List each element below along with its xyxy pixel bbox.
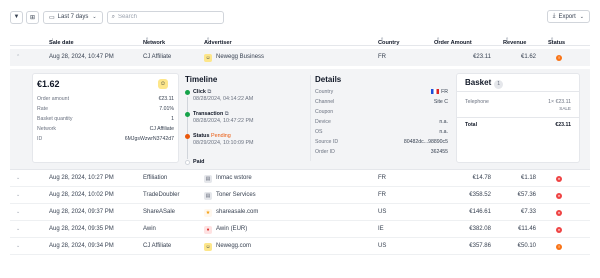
details-section: Details Country FR Channel Site C Coupon D…: [315, 75, 448, 155]
details-row: Country FR: [315, 89, 448, 95]
col-status[interactable]: Status ⇕: [548, 37, 565, 46]
network: CJ Affiliate: [143, 54, 172, 60]
chevron-down-icon[interactable]: ⌄: [16, 192, 20, 198]
status-rejected-icon: ×: [556, 227, 562, 233]
details-row: OS n.a.: [315, 129, 448, 135]
row-detail-panel: €1.62 ☺ Order amount €23.11 Rate 7.01% Bas…: [10, 69, 590, 170]
details-row: Order ID 362455: [315, 149, 448, 155]
details-title: Details: [315, 75, 342, 84]
chevron-down-icon: ⌄: [92, 14, 97, 20]
search-icon: ⌕: [111, 13, 115, 20]
flag-fr-icon: [431, 89, 440, 94]
filter-button[interactable]: ▼: [10, 10, 23, 24]
sale-date: Aug 28, 2024, 10:47 PM: [49, 54, 114, 60]
basket-title: Basket 1: [465, 78, 504, 89]
details-row: Coupon: [315, 109, 334, 115]
table-row[interactable]: ⌄ Aug 28, 2024, 09:35 PM Awin ♦ Awin (EUR…: [10, 221, 590, 238]
divider: [310, 75, 311, 161]
table-body: ⌄ Aug 28, 2024, 10:27 PM Effiliation ▤ In…: [10, 170, 590, 255]
details-row: Source ID 80482dc...98890c5: [315, 139, 448, 145]
search-input[interactable]: [117, 14, 218, 20]
country: FR: [378, 54, 386, 60]
advertiser-logo-icon: ♦: [204, 226, 212, 234]
basket-item: Telephone 1× €23.11: [465, 99, 571, 105]
advertiser-logo-icon: ☺: [204, 54, 212, 62]
export-label: Export: [558, 13, 576, 20]
advertiser-logo-icon: ★: [204, 209, 212, 217]
timeline-dot-icon: [185, 112, 190, 117]
advertiser-logo-icon: ▤: [204, 175, 212, 183]
link-icon[interactable]: ⧉: [225, 111, 229, 117]
sales-table: Sale date ↓ Network ⇕ Advertiser ⇕ Country ⇕…: [10, 34, 590, 255]
col-network[interactable]: Network ⇕: [143, 37, 165, 46]
order-amount: €23.11: [473, 54, 491, 60]
table-row-expanded[interactable]: ⌃ Aug 28, 2024, 10:47 PM CJ Affiliate ☺ N…: [10, 49, 590, 66]
status-pending-icon: !: [556, 244, 562, 250]
col-order-amount[interactable]: Order Amount ⇕: [434, 37, 472, 46]
date-range-button[interactable]: ▭ Last 7 days ⌄: [43, 10, 103, 24]
col-sale-date[interactable]: Sale date ↓: [49, 37, 74, 46]
divider: [457, 91, 579, 92]
details-row: Channel Site C: [315, 99, 448, 105]
summary-row: Order amount €23.11: [37, 96, 174, 102]
advertiser: ☺ Newegg Business: [204, 54, 265, 62]
table-row[interactable]: ⌄ Aug 28, 2024, 09:37 PM ShareASale ★ sha…: [10, 204, 590, 221]
advertiser-logo-icon: ▤: [204, 192, 212, 200]
timeline-dot-icon: [185, 134, 190, 139]
chevron-down-icon[interactable]: ⌄: [16, 226, 20, 232]
toolbar: ▼ ⊞ ▭ Last 7 days ⌄ ⌕ ⤓ Export ⌄: [10, 10, 590, 24]
summary-row: Network CJ Affiliate: [37, 126, 174, 132]
table-header: Sale date ↓ Network ⇕ Advertiser ⇕ Country ⇕…: [10, 34, 590, 46]
col-revenue[interactable]: Revenue ⇕: [503, 37, 526, 46]
basket-total: Total €23.11: [465, 122, 571, 128]
revenue: €1.62: [520, 54, 536, 60]
timeline-section: Timeline Click ⧉ 08/28/2024, 04:14:22 AM…: [185, 75, 310, 165]
status-rejected-icon: ×: [556, 176, 562, 182]
link-icon[interactable]: ⧉: [207, 89, 211, 95]
chevron-down-icon[interactable]: ⌄: [16, 209, 20, 215]
advertiser-logo-icon: ☺: [204, 243, 212, 251]
chevron-up-icon[interactable]: ⌃: [16, 54, 20, 60]
timeline-connector: [187, 97, 188, 159]
sale-tag: SALE: [559, 106, 571, 111]
timeline-dot-icon: [185, 160, 190, 165]
chevron-down-icon[interactable]: ⌄: [16, 175, 20, 181]
revenue-amount: €1.62: [37, 79, 60, 89]
search-box[interactable]: ⌕: [106, 10, 224, 24]
table-row[interactable]: ⌄ Aug 28, 2024, 09:34 PM CJ Affiliate ☺ N…: [10, 238, 590, 255]
summary-card: €1.62 ☺ Order amount €23.11 Rate 7.01% Bas…: [32, 73, 179, 163]
status-rejected-icon: ×: [556, 193, 562, 199]
download-icon: ⤓: [552, 13, 556, 19]
columns-icon: ⊞: [29, 14, 36, 21]
timeline-dot-icon: [185, 90, 190, 95]
status-rejected-icon: ×: [556, 210, 562, 216]
summary-row: Basket quantity 1: [37, 116, 174, 122]
details-row: Device n.a.: [315, 119, 448, 125]
chevron-down-icon: ⌄: [579, 13, 584, 20]
summary-row: ID 6MJgsWzwrN3742d7: [37, 136, 174, 142]
export-button[interactable]: ⤓ Export ⌄: [546, 10, 590, 23]
table-row[interactable]: ⌄ Aug 28, 2024, 10:27 PM Effiliation ▤ In…: [10, 170, 590, 187]
col-country[interactable]: Country ⇕: [378, 37, 399, 46]
columns-button[interactable]: ⊞: [26, 10, 39, 24]
basket-count-badge: 1: [494, 80, 504, 89]
advertiser-logo-icon: ☺: [158, 79, 168, 89]
basket-card: Basket 1 Telephone 1× €23.11 SALE Total €…: [456, 73, 580, 163]
chevron-down-icon[interactable]: ⌄: [16, 243, 20, 249]
summary-row: Rate 7.01%: [37, 106, 174, 112]
calendar-icon: ▭: [49, 14, 55, 21]
table-row[interactable]: ⌄ Aug 28, 2024, 10:02 PM TradeDoubler ▤ T…: [10, 187, 590, 204]
date-range-label: Last 7 days: [57, 14, 89, 20]
status-pending-icon: !: [556, 55, 562, 61]
col-advertiser[interactable]: Advertiser ⇕: [204, 37, 232, 46]
divider: [457, 117, 579, 118]
timeline-title: Timeline: [185, 75, 218, 84]
filter-icon: ▼: [13, 14, 20, 20]
